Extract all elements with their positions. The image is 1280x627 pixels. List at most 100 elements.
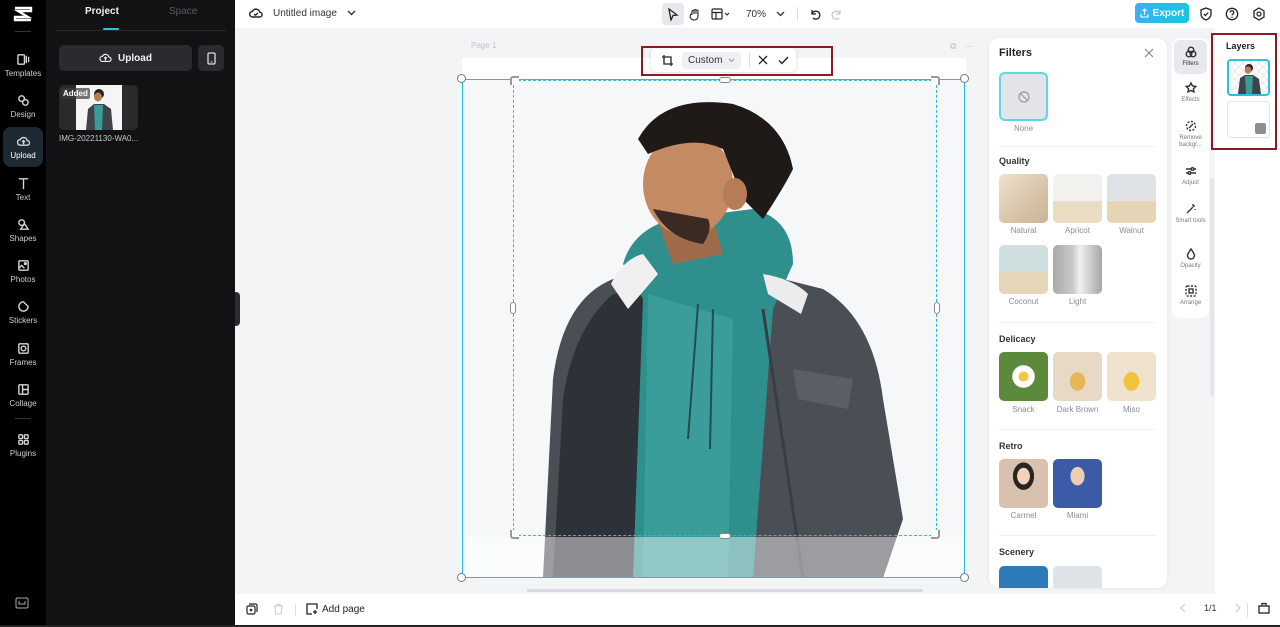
filter-label: Miami <box>1066 511 1089 520</box>
rail-item-frames[interactable]: Frames <box>3 335 43 373</box>
filter-thumb-coconut[interactable] <box>999 245 1048 294</box>
rail-item-label: Frames <box>9 357 37 367</box>
undo-button[interactable] <box>804 3 826 25</box>
resize-handle-bl[interactable] <box>457 573 466 582</box>
strip-item-label: Remove backgr... <box>1179 135 1202 148</box>
no-filter-icon <box>1017 90 1030 103</box>
rail-item-photos[interactable]: Photos <box>3 252 43 290</box>
layout-menu-button[interactable] <box>706 3 736 25</box>
duplicate-icon[interactable] <box>246 603 258 615</box>
toolbox-icon[interactable] <box>1258 602 1270 614</box>
export-button[interactable]: Export <box>1135 3 1189 23</box>
filter-label: Dark Brown <box>1056 405 1099 414</box>
rail-item-label: Collage <box>9 398 37 408</box>
rail-item-plugins[interactable]: Plugins <box>3 426 43 464</box>
resize-handle-tr[interactable] <box>960 74 969 83</box>
filter-thumb-dark-brown[interactable] <box>1053 352 1102 401</box>
resize-handle-tl[interactable] <box>457 74 466 83</box>
rail-item-text[interactable]: Text <box>3 170 43 208</box>
crop-corner-bl[interactable] <box>510 530 519 539</box>
filter-thumb-miso[interactable] <box>1107 352 1156 401</box>
crop-corner-br[interactable] <box>931 530 940 539</box>
crop-corner-tl[interactable] <box>510 76 519 85</box>
filter-thumb-carmel[interactable] <box>999 459 1048 508</box>
asset-filename: IMG-20221130-WA0... <box>59 134 139 143</box>
next-page-icon[interactable] <box>1235 603 1241 613</box>
strip-item-effects[interactable]: Effects <box>1174 82 1207 104</box>
section-divider <box>999 146 1156 147</box>
highlight-outline-layers <box>1211 33 1277 150</box>
arrange-icon <box>1184 285 1197 297</box>
zoom-chevron-icon[interactable] <box>776 11 785 17</box>
upload-button[interactable]: Upload <box>59 45 192 71</box>
toolbar-divider <box>797 7 799 21</box>
rail-item-stickers[interactable]: Stickers <box>3 293 43 331</box>
trash-icon[interactable] <box>273 603 284 615</box>
chevron-down-icon[interactable] <box>347 10 356 16</box>
filter-thumb-walnut[interactable] <box>1107 174 1156 223</box>
vertical-scrollbar[interactable] <box>1210 178 1214 396</box>
strip-item-filters[interactable]: Filters <box>1174 40 1207 74</box>
rail-item-label: Design <box>10 109 36 119</box>
close-icon[interactable] <box>1143 47 1155 59</box>
crop-handle-bottom[interactable] <box>719 533 731 539</box>
keyboard-shortcuts-icon[interactable] <box>15 597 29 609</box>
rail-item-design[interactable]: Design <box>3 87 43 125</box>
strip-item-smart-tools[interactable]: Smart tools <box>1174 203 1207 225</box>
filter-thumb-scenery-1[interactable] <box>999 566 1048 588</box>
add-page-button[interactable]: Add page <box>306 603 365 615</box>
top-bar: Untitled image 70% Export <box>235 0 1280 28</box>
bottom-bar: Add page 1/1 <box>235 594 1280 625</box>
asset-thumbnail[interactable]: Added <box>59 85 138 130</box>
filter-none[interactable] <box>999 72 1048 121</box>
strip-item-remove-background[interactable]: Remove backgr... <box>1174 120 1207 149</box>
crop-handle-top[interactable] <box>719 77 731 83</box>
zoom-level[interactable]: 70% <box>746 9 766 20</box>
upload-cloud-icon <box>16 136 30 146</box>
filter-thumb-apricot[interactable] <box>1053 174 1102 223</box>
tab-space[interactable]: Space <box>169 6 197 17</box>
upload-cloud-icon <box>99 53 112 63</box>
shapes-icon <box>17 218 29 230</box>
filter-thumb-light[interactable] <box>1053 245 1102 294</box>
strip-item-label: Adjust <box>1182 180 1199 186</box>
crop-handle-right[interactable] <box>934 302 940 314</box>
crop-handle-left[interactable] <box>510 302 516 314</box>
filter-thumb-snack[interactable] <box>999 352 1048 401</box>
duplicate-page-icon[interactable]: ⧉ <box>950 41 956 52</box>
page-navigator: 1/1 <box>1180 603 1241 613</box>
crop-corner-tr[interactable] <box>931 76 940 85</box>
shield-icon[interactable] <box>1199 7 1213 21</box>
hand-tool-button[interactable] <box>684 3 706 25</box>
rail-item-shapes[interactable]: Shapes <box>3 211 43 249</box>
horizontal-scrollbar[interactable] <box>527 589 923 592</box>
rail-item-collage[interactable]: Collage <box>3 376 43 414</box>
filters-panel: Filters None Quality Natural Apricot Wal… <box>989 38 1167 588</box>
settings-gear-icon[interactable] <box>1252 7 1266 21</box>
upload-from-phone-button[interactable] <box>198 45 224 71</box>
filter-label: Natural <box>1010 226 1037 235</box>
resize-handle-br[interactable] <box>960 573 969 582</box>
tab-project[interactable]: Project <box>85 6 119 17</box>
bottom-divider <box>295 604 296 616</box>
filter-thumb-scenery-2[interactable] <box>1053 566 1102 588</box>
previous-page-icon[interactable] <box>1180 603 1186 613</box>
filter-thumb-natural[interactable] <box>999 174 1048 223</box>
crop-frame[interactable] <box>513 80 937 536</box>
filter-thumb-miami[interactable] <box>1053 459 1102 508</box>
rail-item-upload[interactable]: Upload <box>3 127 43 167</box>
redo-button[interactable] <box>826 3 848 25</box>
capcut-logo-icon[interactable] <box>13 6 33 22</box>
strip-item-opacity[interactable]: Opacity <box>1174 248 1207 270</box>
active-tab-indicator <box>103 28 119 30</box>
filter-label: Walnut <box>1119 226 1144 235</box>
document-title[interactable]: Untitled image <box>273 8 337 19</box>
rail-item-templates[interactable]: Templates <box>3 46 43 84</box>
more-options-icon[interactable]: ··· <box>964 41 973 52</box>
select-tool-button[interactable] <box>662 3 684 25</box>
added-badge: Added <box>61 88 90 99</box>
strip-item-arrange[interactable]: Arrange <box>1174 285 1207 307</box>
section-divider <box>999 322 1156 323</box>
strip-item-adjust[interactable]: Adjust <box>1174 165 1207 187</box>
help-icon[interactable] <box>1225 7 1239 21</box>
